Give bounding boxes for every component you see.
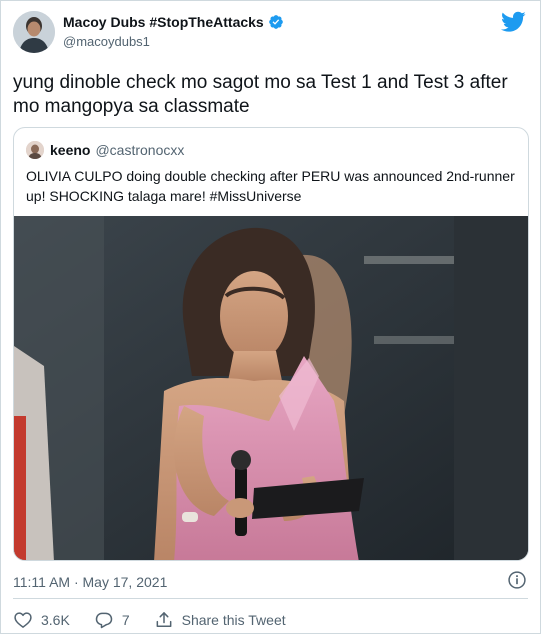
heart-icon [14,612,32,628]
author-display-name[interactable]: Macoy Dubs #StopTheAttacks [63,14,264,30]
verified-badge-icon [268,15,283,29]
info-icon[interactable] [507,570,527,590]
twitter-bird-icon[interactable] [501,11,526,33]
reply-button[interactable]: 7 [94,610,130,630]
quoted-author-name: keeno [50,142,91,158]
quoted-author-avatar [26,141,44,159]
quoted-tweet-header: keeno @castronocxx [26,141,184,159]
reply-count: 7 [121,612,130,628]
quoted-tweet-text: OLIVIA CULPO doing double checking after… [26,168,515,204]
reply-bubble-icon [95,612,113,629]
author-handle[interactable]: @macoydubs1 [63,34,150,49]
divider [13,598,528,599]
tweet-card: Macoy Dubs #StopTheAttacks @macoydubs1 y… [0,0,541,634]
author-name-row: Macoy Dubs #StopTheAttacks [63,14,284,30]
quoted-tweet[interactable]: keeno @castronocxx OLIVIA CULPO doing do… [13,127,529,561]
tweet-text: yung dinoble check mo sagot mo sa Test 1… [13,72,508,117]
author-avatar[interactable] [13,11,55,53]
action-bar: 3.6K 7 Share this Tweet [13,610,310,630]
share-button[interactable]: Share this Tweet [154,610,286,630]
tweet-timestamp[interactable]: 11:11 AM · May 17, 2021 [13,574,167,590]
like-count: 3.6K [41,612,70,628]
share-icon [156,612,172,627]
share-label: Share this Tweet [181,612,286,628]
quoted-author-handle: @castronocxx [95,142,185,158]
like-button[interactable]: 3.6K [13,610,70,630]
quoted-tweet-photo[interactable] [14,216,528,560]
